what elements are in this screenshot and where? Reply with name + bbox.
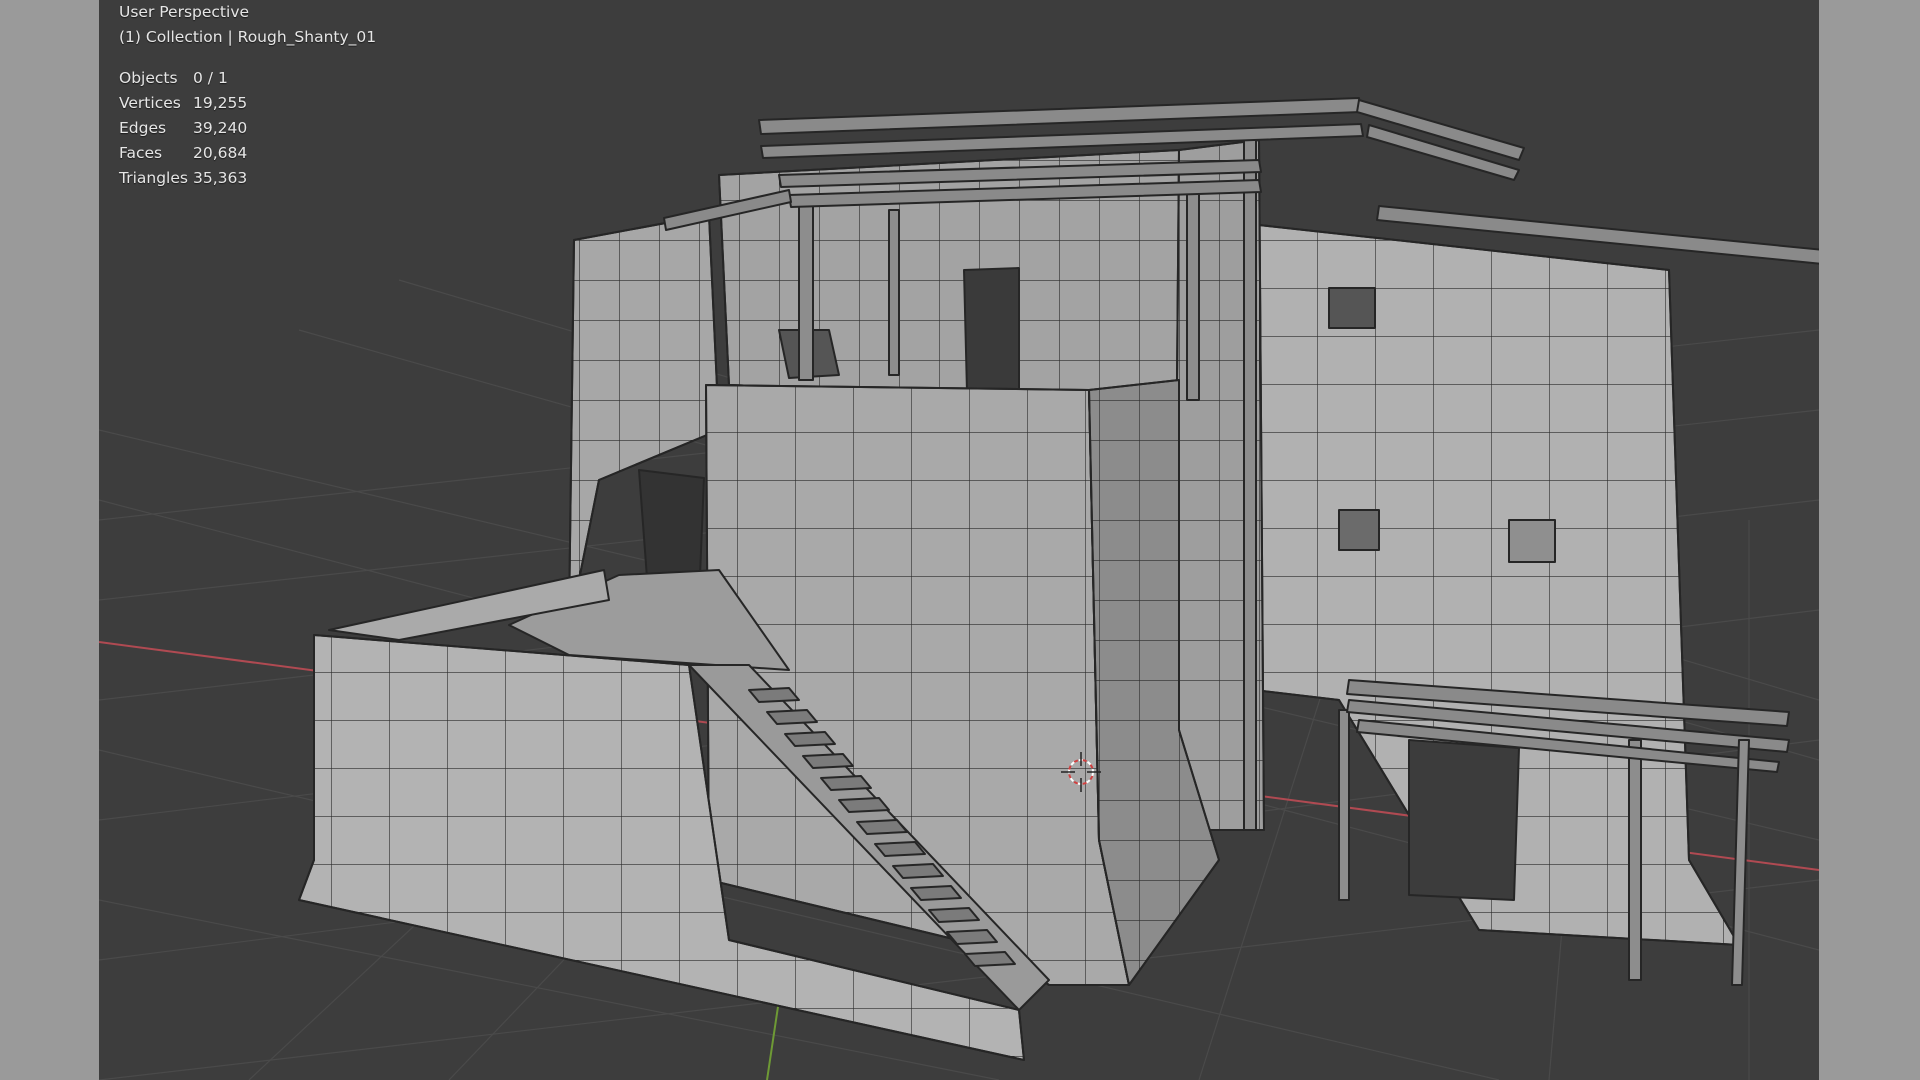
- stat-value: 20,684: [193, 144, 248, 162]
- stat-label: Edges: [119, 119, 167, 137]
- stat-label: Triangles: [119, 169, 188, 187]
- stat-row-faces: Faces 20,684: [119, 141, 376, 166]
- stat-value: 19,255: [193, 94, 248, 112]
- stat-row-objects: Objects 0 / 1: [119, 66, 376, 91]
- 3d-viewport[interactable]: User Perspective (1) Collection | Rough_…: [99, 0, 1819, 1080]
- stat-value: 35,363: [193, 169, 248, 187]
- right-letterbox: [1819, 0, 1920, 1080]
- stat-value: 39,240: [193, 119, 248, 137]
- stat-row-edges: Edges 39,240: [119, 116, 376, 141]
- stat-value: 0 / 1: [193, 69, 228, 87]
- left-letterbox: [0, 0, 99, 1080]
- shanty-mesh[interactable]: [298, 97, 1819, 1061]
- stat-label: Vertices: [119, 94, 181, 112]
- scene-statistics: Objects 0 / 1 Vertices 19,255 Edges 39,2…: [119, 66, 376, 191]
- viewport-overlay: User Perspective (1) Collection | Rough_…: [119, 0, 376, 191]
- stat-label: Faces: [119, 144, 163, 162]
- y-axis-line: [766, 999, 780, 1080]
- view-label: User Perspective: [119, 3, 250, 21]
- stat-row-vertices: Vertices 19,255: [119, 91, 376, 116]
- stat-row-triangles: Triangles 35,363: [119, 166, 376, 191]
- stat-label: Objects: [119, 69, 178, 87]
- collection-label: (1) Collection | Rough_Shanty_01: [119, 28, 377, 46]
